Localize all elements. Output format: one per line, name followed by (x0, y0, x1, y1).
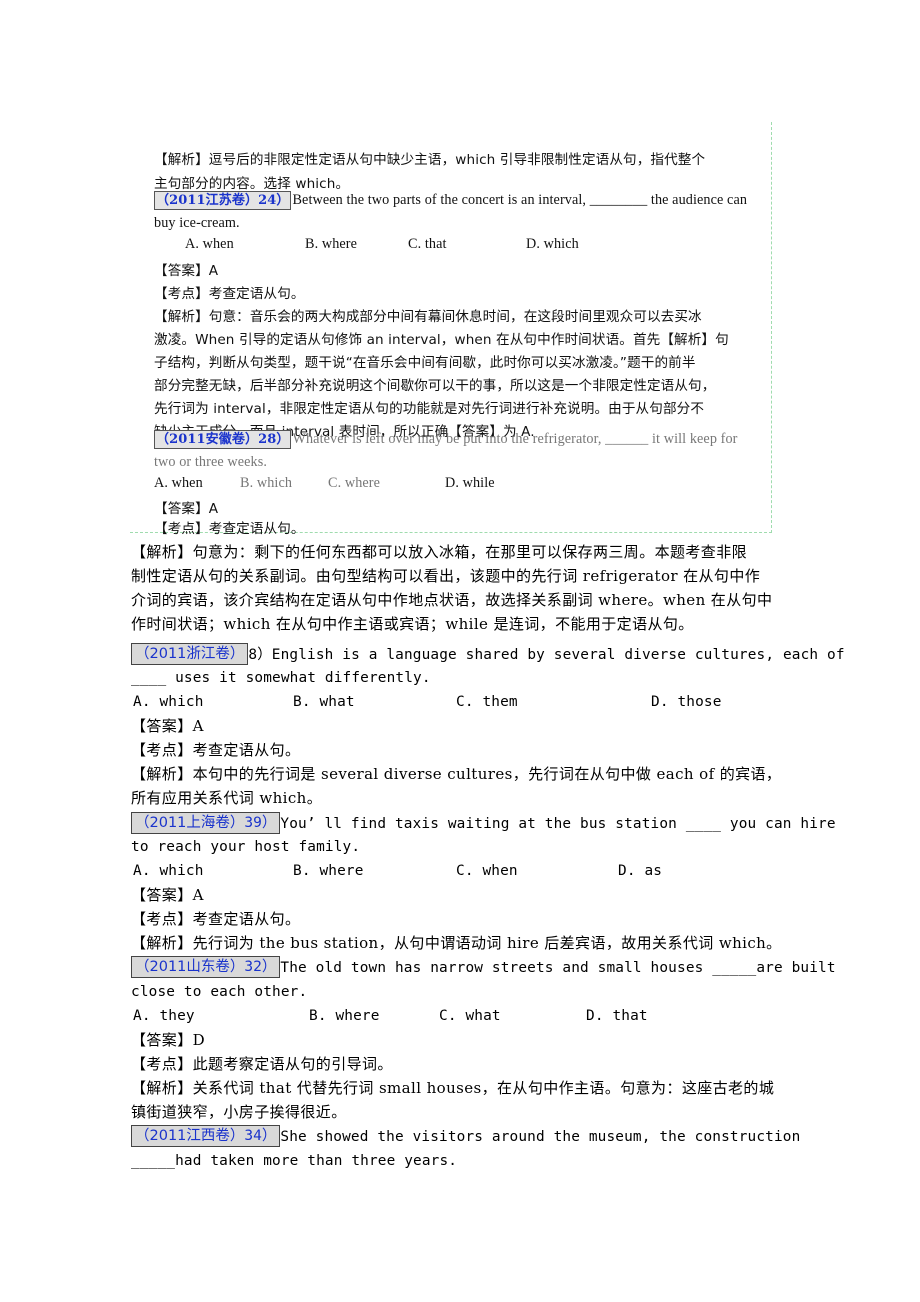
option: B. which (240, 475, 293, 491)
analysis-line: 【解析】句意为：剩下的任何东西都可以放入冰箱，在那里可以保存两三周。本题考查非限 (131, 543, 748, 561)
source-label: （2011江西卷） (135, 1128, 245, 1144)
question-text: Between the two parts of the concert is … (292, 191, 748, 208)
analysis-line: 作时间状语；which 在从句中作主语或宾语；while 是连词，不能用于定语从… (131, 615, 694, 633)
question-source-tag: （2011安徽卷）28） (154, 430, 292, 449)
question-text: The old town has narrow streets and smal… (280, 960, 836, 976)
exam-point-line: 【考点】考查定语从句。 (131, 910, 301, 928)
question-text: She showed the visitors around the museu… (280, 1129, 801, 1145)
exam-point-line: 【考点】考查定语从句。 (154, 521, 305, 537)
source-label: （2011上海卷） (135, 815, 245, 831)
answer-line: 【答案】A (131, 886, 204, 904)
question-stem: （2011浙江卷） 8）English is a language shared … (131, 642, 845, 666)
option: A. they (133, 1008, 195, 1024)
analysis-line: 子结构，判断从句类型，题干说“在音乐会中间有间歇，此时你可以买冰激凌。”题干的前… (154, 355, 696, 371)
options-row: A. which B. what C. them D. those (131, 690, 801, 714)
question-text-continued: _____had taken more than three years. (131, 1153, 458, 1169)
option: C. them (456, 694, 518, 710)
question-stem: （2011上海卷）39） You’ ll find taxis waiting a… (131, 811, 836, 835)
option: A. which (133, 694, 204, 710)
option: D. which (526, 236, 579, 252)
analysis-line: 所有应用关系代词 which。 (131, 789, 323, 807)
option: B. where (309, 1008, 380, 1024)
exam-point-line: 【考点】考查定语从句。 (154, 286, 305, 302)
question-text-continued: ____ uses it somewhat differently. (131, 670, 431, 686)
question-number: 39） (244, 815, 277, 831)
option: A. when (185, 236, 234, 252)
analysis-line: 镇街道狭窄，小房子挨得很近。 (131, 1103, 347, 1121)
options-row: A. when B. where C. that D. which (130, 236, 770, 256)
analysis-line: 【解析】句意：音乐会的两大构成部分中间有幕间休息时间，在这段时间里观众可以去买冰 (154, 309, 702, 325)
embedded-question-image: 【解析】逗号后的非限定性定语从句中缺少主语，which 引导非限制性定语从句，指… (130, 122, 772, 537)
question-number: 34） (244, 1128, 277, 1144)
analysis-line: 介词的宾语，该介宾结构在定语从句中作地点状语，故选择关系副词 where。whe… (131, 591, 773, 609)
option: B. what (293, 694, 355, 710)
options-row: A. when B. which C. where D. while (130, 475, 770, 495)
question-text: Whatever is left over may be put into th… (292, 430, 738, 447)
question-text: English is a language shared by several … (271, 647, 845, 663)
question-source-tag: （2011浙江卷） (131, 643, 249, 665)
question-stem: （2011山东卷）32） The old town has narrow stre… (131, 955, 836, 979)
analysis-line: 部分完整无缺，后半部分补充说明这个间歇你可以干的事，所以这是一个非限定性定语从句… (154, 378, 716, 394)
option: A. which (133, 863, 204, 879)
options-row: A. which B. where C. when D. as (131, 859, 801, 883)
question-source-tag: （2011江苏卷）24） (154, 191, 292, 210)
question-stem: （2011江西卷）34） She showed the visitors arou… (131, 1124, 800, 1148)
analysis-line: 【解析】先行词为 the bus station，从句中谓语动词 hire 后差… (131, 934, 782, 952)
analysis-line: 【解析】关系代词 that 代替先行词 small houses，在从句中作主语… (131, 1079, 775, 1097)
option: C. when (456, 863, 518, 879)
answer-line: 【答案】A (154, 501, 219, 517)
question-stem: （2011江苏卷）24） Between the two parts of the… (154, 191, 747, 210)
analysis-line: 【解析】逗号后的非限定性定语从句中缺少主语，which 引导非限制性定语从句，指… (154, 152, 706, 168)
options-row: A. they B. where C. what D. that (131, 1004, 801, 1028)
answer-line: 【答案】D (131, 1031, 206, 1049)
question-number: 32） (244, 959, 277, 975)
analysis-line: 制性定语从句的关系副词。由句型结构可以看出，该题中的先行词 refrigerat… (131, 567, 761, 585)
question-text-continued: to reach your host family. (131, 839, 361, 855)
question-text-continued: two or three weeks. (154, 454, 267, 470)
analysis-line: 【解析】本句中的先行词是 several diverse cultures，先行… (131, 765, 782, 783)
option: B. where (305, 236, 358, 252)
option: D. while (445, 475, 495, 491)
option: D. those (651, 694, 722, 710)
option: B. where (293, 863, 364, 879)
answer-line: 【答案】A (131, 717, 204, 735)
option: D. as (618, 863, 663, 879)
analysis-line: 激凌。When 引导的定语从句修饰 an interval，when 在从句中作… (154, 332, 729, 348)
option: D. that (586, 1008, 648, 1024)
analysis-line: 主句部分的内容。选择 which。 (154, 176, 350, 192)
exam-point-line: 【考点】考查定语从句。 (131, 741, 301, 759)
option: A. when (154, 475, 203, 491)
question-text: You’ ll find taxis waiting at the bus st… (280, 816, 836, 832)
option: C. where (328, 475, 381, 491)
exam-point-line: 【考点】此题考察定语从句的引导词。 (131, 1055, 393, 1073)
question-source-tag: （2011江西卷）34） (131, 1125, 281, 1147)
analysis-line: 先行词为 interval，非限定性定语从句的功能就是对先行词进行补充说明。由于… (154, 401, 705, 417)
question-source-tag: （2011山东卷）32） (131, 956, 281, 978)
question-source-tag: （2011上海卷）39） (131, 812, 281, 834)
answer-line: 【答案】A (154, 263, 219, 279)
question-text-continued: close to each other. (131, 984, 308, 1000)
question-stem: （2011安徽卷）28） Whatever is left over may be… (154, 430, 738, 449)
option: C. what (439, 1008, 501, 1024)
source-label: （2011山东卷） (135, 959, 245, 975)
question-number: 8） (248, 647, 272, 663)
option: C. that (408, 236, 447, 252)
question-text-continued: buy ice-cream. (154, 215, 240, 231)
